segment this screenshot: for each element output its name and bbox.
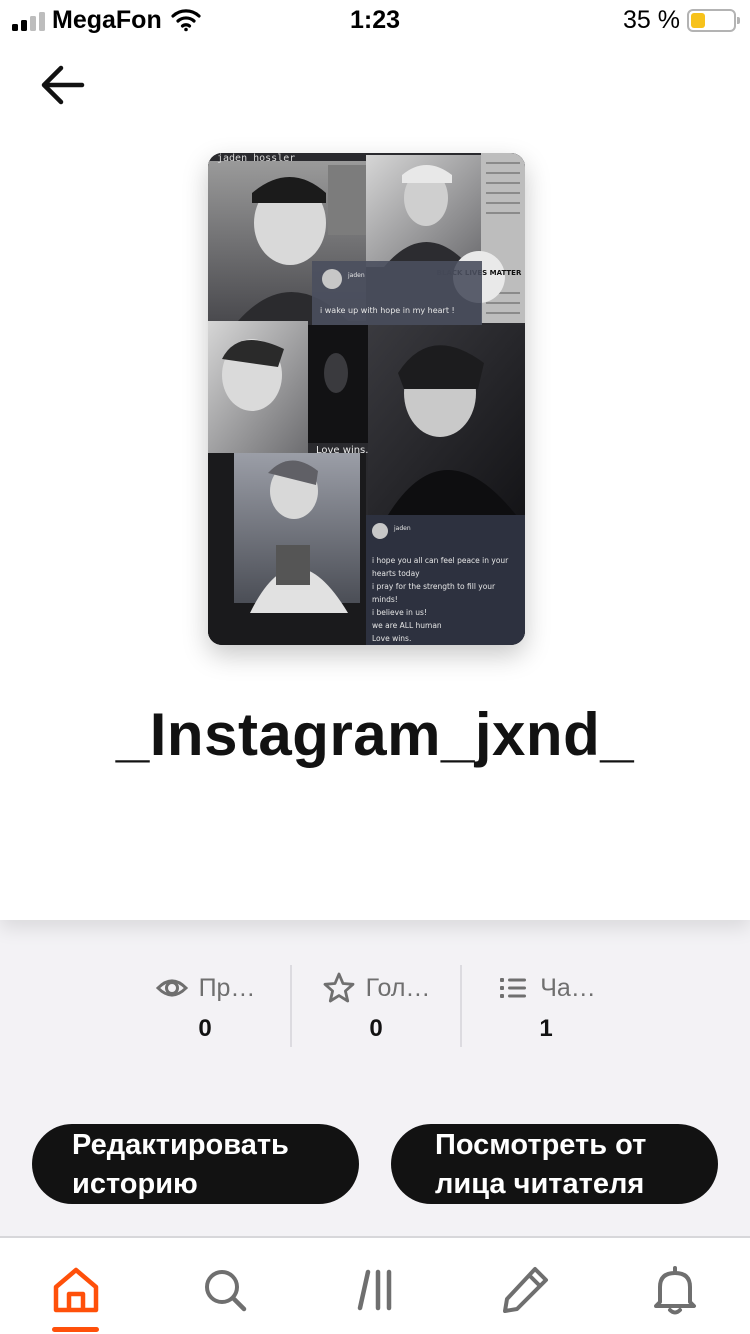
stat-label: Пр… bbox=[198, 973, 256, 1002]
write-icon bbox=[503, 1267, 548, 1313]
preview-label-line2: лица читателя bbox=[435, 1168, 645, 1200]
cover-caption: jaden hossler bbox=[217, 153, 295, 164]
active-tab-indicator bbox=[52, 1327, 99, 1332]
battery-level bbox=[691, 13, 705, 28]
story-title: _Instagram_jxnd_ bbox=[115, 701, 635, 768]
back-button[interactable] bbox=[34, 58, 92, 116]
edit-story-label-line2: историю bbox=[72, 1168, 198, 1200]
list-icon bbox=[500, 978, 527, 998]
story-header-panel: MegaFon 1:23 35 % jaden hossler MATTER j… bbox=[0, 0, 750, 920]
tweet-2-line: we are ALL human bbox=[372, 621, 442, 630]
nav-search-button[interactable] bbox=[197, 1262, 253, 1318]
tweet-1-text: i wake up with hope in my heart ! bbox=[320, 306, 455, 315]
stat-value: 0 bbox=[369, 1015, 383, 1042]
star-icon bbox=[323, 972, 354, 1003]
nav-home-button[interactable] bbox=[48, 1262, 104, 1318]
eye-icon bbox=[155, 979, 188, 997]
stat-value: 1 bbox=[539, 1015, 553, 1042]
tweet-2-line: i believe in us! bbox=[372, 608, 427, 617]
tweet-2-line: i hope you all can feel peace in your bbox=[372, 556, 509, 565]
stat-votes[interactable]: Гол… 0 bbox=[290, 965, 460, 1047]
story-stats: Пр… 0 Гол… 0 Ча… 1 bbox=[120, 965, 630, 1047]
tweet-2-line: Love wins. bbox=[372, 634, 411, 643]
search-icon bbox=[205, 1270, 247, 1312]
preview-label-line1: Посмотреть от bbox=[435, 1129, 647, 1161]
tweet-1-author: jaden bbox=[347, 272, 365, 279]
tweet-2-line: i pray for the strength to fill your bbox=[372, 582, 496, 591]
bell-icon bbox=[654, 1266, 696, 1315]
battery-percent: 35 % bbox=[623, 6, 680, 34]
tweet-2-line: hearts today bbox=[372, 569, 420, 578]
stat-reads[interactable]: Пр… 0 bbox=[120, 965, 290, 1047]
stat-value: 0 bbox=[198, 1015, 212, 1042]
preview-as-reader-button[interactable]: Посмотреть от лица читателя bbox=[391, 1124, 718, 1204]
edit-story-button[interactable]: Редактировать историю bbox=[32, 1124, 359, 1204]
stat-label: Ча… bbox=[540, 973, 596, 1002]
nav-notifications-button[interactable] bbox=[647, 1262, 703, 1318]
cover-collage-image: jaden hossler BLACK LIVES MATTER jaden i… bbox=[208, 153, 525, 645]
arrow-left-icon bbox=[41, 65, 85, 105]
tweet-2-line: minds! bbox=[372, 595, 398, 604]
nav-write-button[interactable] bbox=[497, 1262, 553, 1318]
status-bar: MegaFon 1:23 35 % bbox=[0, 0, 750, 42]
nav-library-button[interactable] bbox=[350, 1262, 406, 1318]
edit-story-label-line1: Редактировать bbox=[72, 1129, 289, 1161]
story-cover[interactable]: jaden hossler BLACK LIVES MATTER jaden i… bbox=[208, 153, 525, 645]
stat-label: Гол… bbox=[365, 973, 431, 1002]
tweet-2-author: jaden bbox=[393, 525, 411, 532]
library-icon bbox=[357, 1269, 392, 1311]
home-icon bbox=[53, 1267, 99, 1313]
battery-icon bbox=[687, 9, 740, 32]
stat-parts[interactable]: Ча… 1 bbox=[460, 965, 630, 1047]
bottom-navigation bbox=[0, 1236, 750, 1334]
